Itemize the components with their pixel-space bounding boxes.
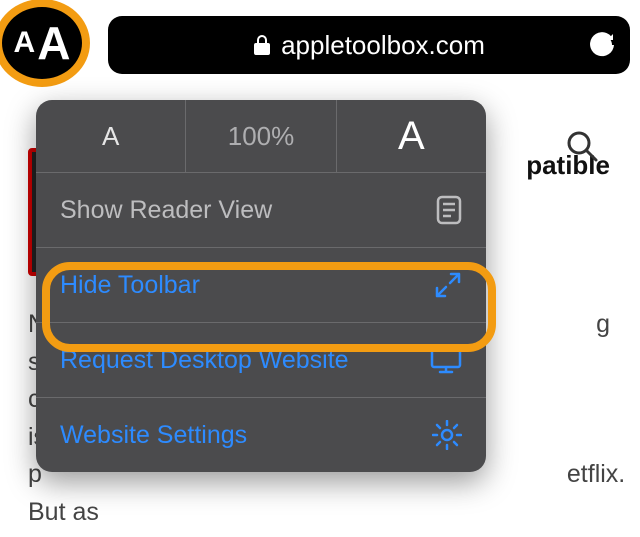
zoom-in-button[interactable]: A — [337, 100, 486, 172]
url-bar[interactable]: appletoolbox.com — [108, 16, 630, 74]
reload-icon[interactable] — [588, 16, 616, 74]
url-domain: appletoolbox.com — [281, 30, 485, 61]
desktop-icon — [430, 346, 462, 374]
zoom-out-button[interactable]: A — [36, 100, 186, 172]
gear-icon — [432, 420, 462, 450]
search-icon[interactable] — [564, 128, 600, 164]
hide-toolbar-item[interactable]: Hide Toolbar — [36, 248, 486, 323]
expand-arrows-icon — [434, 271, 462, 299]
website-settings-item[interactable]: Website Settings — [36, 398, 486, 472]
request-desktop-label: Request Desktop Website — [60, 346, 349, 375]
zoom-row: A 100% A — [36, 100, 486, 173]
hide-toolbar-label: Hide Toolbar — [60, 271, 200, 300]
lock-icon — [253, 34, 271, 56]
aa-small-letter: A — [14, 26, 36, 60]
request-desktop-item[interactable]: Request Desktop Website — [36, 323, 486, 398]
text-size-aa-button[interactable]: A A — [0, 0, 90, 87]
zoom-percent[interactable]: 100% — [186, 100, 336, 172]
reader-icon — [436, 195, 462, 225]
address-bar: A A appletoolbox.com — [0, 10, 640, 80]
aa-big-letter: A — [37, 16, 70, 70]
aa-menu: A 100% A Show Reader View Hide Toolbar R… — [36, 100, 486, 472]
reader-view-label: Show Reader View — [60, 196, 272, 225]
reader-view-item[interactable]: Show Reader View — [36, 173, 486, 248]
website-settings-label: Website Settings — [60, 421, 247, 450]
